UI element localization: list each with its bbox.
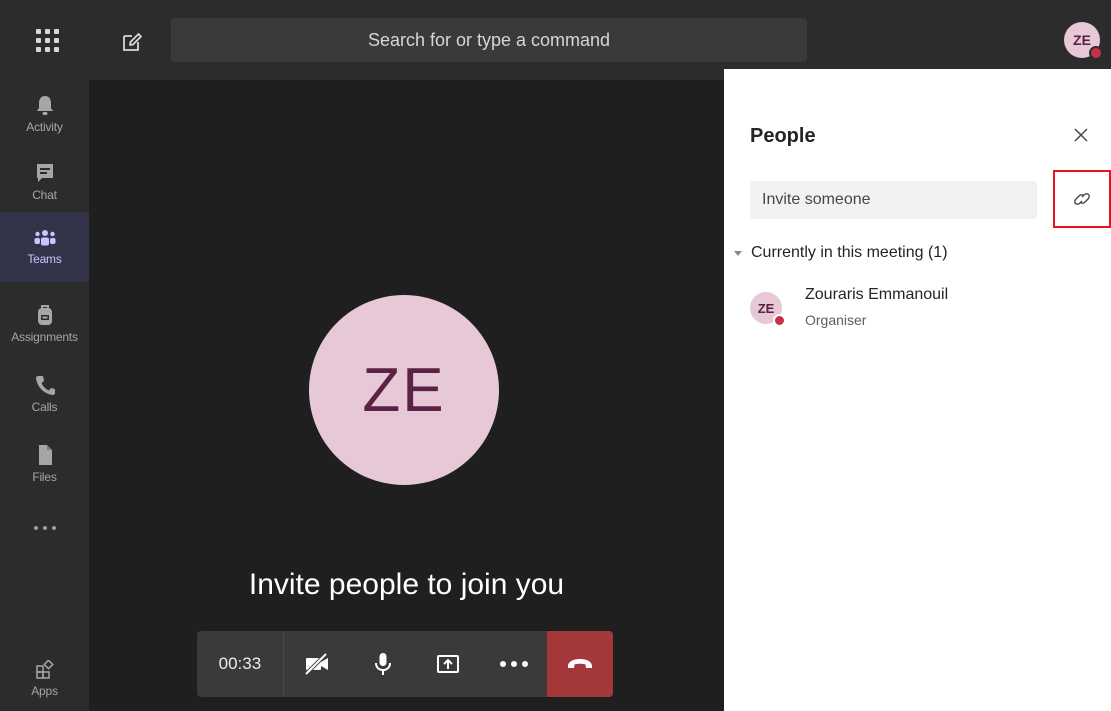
panel-title: People xyxy=(750,125,816,147)
phone-icon xyxy=(35,376,55,395)
call-timer: 00:33 xyxy=(197,631,284,697)
search-placeholder: Search for or type a command xyxy=(367,29,611,50)
more-apps-button[interactable] xyxy=(0,516,89,540)
hang-up-button[interactable] xyxy=(547,631,613,697)
close-panel-button[interactable] xyxy=(1069,123,1093,147)
participant-avatar: ZE xyxy=(750,292,786,327)
section-label: Currently in this meeting (1) xyxy=(751,244,948,261)
invite-someone-input[interactable] xyxy=(750,181,1037,219)
participant-row[interactable]: ZE Zouraris Emmanouil Organiser xyxy=(750,282,1090,332)
rail-label-files: Files xyxy=(32,470,57,484)
rail-label-calls: Calls xyxy=(31,400,58,414)
rail-item-teams[interactable]: Teams xyxy=(0,212,89,282)
caret-down-icon xyxy=(734,250,742,256)
section-currently-in-meeting[interactable]: Currently in this meeting (1) xyxy=(734,241,948,265)
invite-message: Invite people to join you xyxy=(248,568,565,601)
teams-meeting-window: Search for or type a command ZE Activity… xyxy=(0,0,1111,711)
more-actions-button[interactable] xyxy=(481,631,547,697)
compose-icon xyxy=(123,33,142,51)
microphone-icon xyxy=(374,653,391,675)
more-dot-icon xyxy=(51,526,56,530)
bell-icon xyxy=(36,96,53,115)
app-launcher-button[interactable] xyxy=(24,24,70,56)
search-box[interactable]: Search for or type a command xyxy=(171,18,807,62)
link-icon xyxy=(1074,193,1090,205)
more-dot-icon xyxy=(522,661,529,667)
rail-item-assignments[interactable]: Assignments xyxy=(0,292,89,356)
camera-off-icon xyxy=(304,652,328,676)
mic-toggle-button[interactable] xyxy=(350,631,416,697)
apps-icon xyxy=(35,660,54,679)
rail-label-activity: Activity xyxy=(26,120,63,134)
teams-icon xyxy=(34,230,55,246)
share-screen-icon xyxy=(437,655,460,673)
busy-status-icon xyxy=(773,314,786,327)
new-chat-button[interactable] xyxy=(118,28,146,56)
app-rail: Activity Chat Teams Assignments Calls Fi… xyxy=(0,80,89,711)
file-icon xyxy=(38,445,52,465)
chat-icon xyxy=(36,164,53,182)
copy-join-link-button[interactable] xyxy=(1053,170,1111,228)
participant-initials-large: ZE xyxy=(362,355,446,425)
rail-item-chat[interactable]: Chat xyxy=(0,150,89,214)
share-screen-button[interactable] xyxy=(415,631,481,697)
participant-avatar-large: ZE xyxy=(309,295,499,485)
meeting-stage: ZE Invite people to join you xyxy=(89,80,724,711)
rail-item-activity[interactable]: Activity xyxy=(0,82,89,146)
more-dot-icon xyxy=(500,661,507,667)
more-dot-icon xyxy=(42,526,47,530)
more-dot-icon xyxy=(33,526,38,530)
rail-label-apps: Apps xyxy=(31,684,58,698)
waffle-icon xyxy=(35,28,59,52)
backpack-icon xyxy=(37,305,52,325)
participant-initials: ZE xyxy=(757,300,775,316)
rail-item-apps[interactable]: Apps xyxy=(0,647,89,711)
participant-name: Zouraris Emmanouil xyxy=(805,286,949,303)
call-controls: 00:33 xyxy=(197,631,613,697)
rail-item-calls[interactable]: Calls xyxy=(0,362,89,426)
top-bar: Search for or type a command ZE xyxy=(0,0,1111,80)
profile-avatar[interactable]: ZE xyxy=(1064,22,1103,60)
profile-initials: ZE xyxy=(1073,32,1091,48)
more-dot-icon xyxy=(511,661,518,667)
rail-label-teams: Teams xyxy=(27,252,62,266)
camera-toggle-button[interactable] xyxy=(284,631,350,697)
participant-role: Organiser xyxy=(805,312,867,328)
rail-item-files[interactable]: Files xyxy=(0,432,89,496)
hang-up-icon xyxy=(568,659,593,668)
rail-label-chat: Chat xyxy=(32,188,57,202)
busy-status-icon xyxy=(1089,46,1103,60)
rail-label-assignments: Assignments xyxy=(11,330,78,344)
people-panel: People Currently in this meeting (1) ZE … xyxy=(724,69,1111,711)
close-icon xyxy=(1074,128,1088,142)
